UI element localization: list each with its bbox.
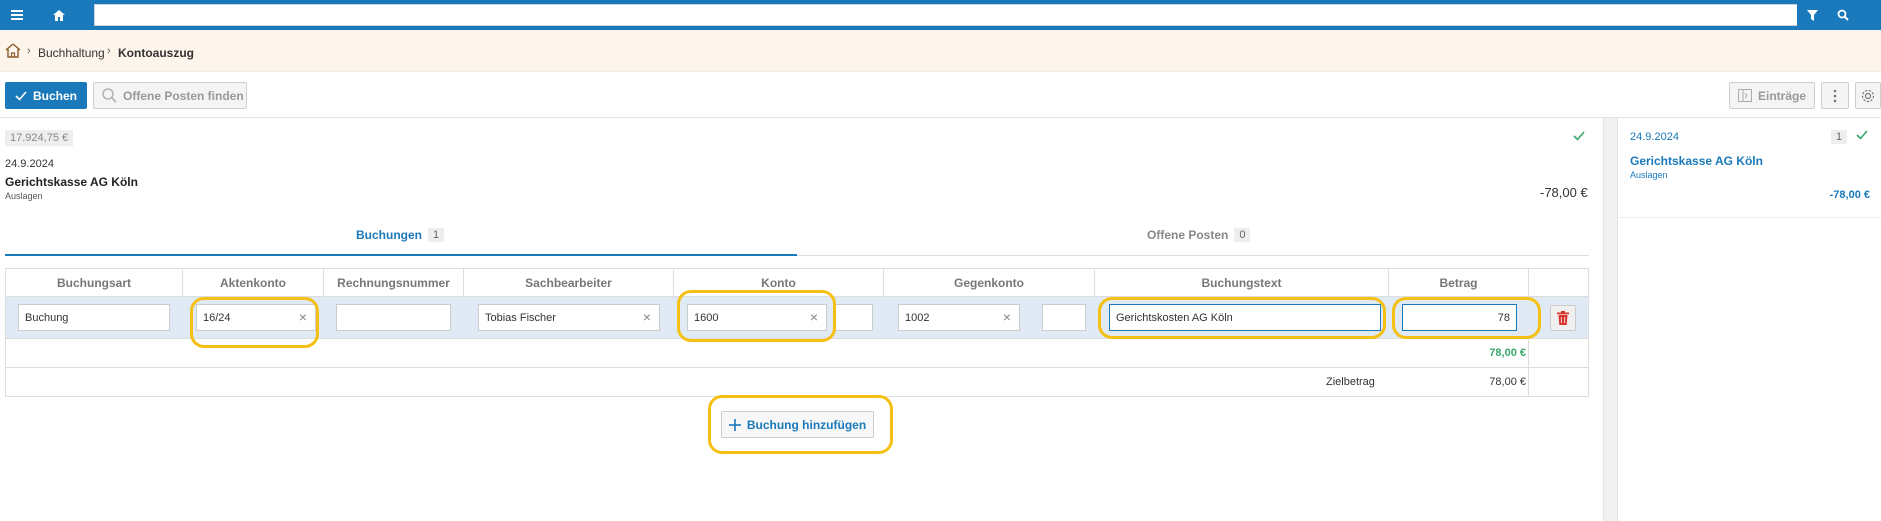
tab-count-badge: 0 <box>1234 228 1251 242</box>
panel-icon <box>1738 89 1752 102</box>
sum-value: 78,00 € <box>1489 347 1526 359</box>
statement-amount: -78,00 € <box>1540 185 1588 200</box>
chevron-right-icon: › <box>107 45 111 57</box>
counter-account-field[interactable]: 1002 × <box>898 304 1020 331</box>
home-icon[interactable] <box>5 43 21 61</box>
statement-date: 24.9.2024 <box>5 158 54 170</box>
tab-open-items[interactable]: Offene Posten 0 <box>1147 228 1251 242</box>
account-value: 1600 <box>694 311 719 324</box>
column-header: Buchungstext <box>1095 269 1389 296</box>
plus-icon <box>728 418 741 431</box>
target-value: 78,00 € <box>1489 376 1526 388</box>
tab-label: Buchungen <box>356 228 422 242</box>
global-search-input[interactable] <box>94 4 1799 26</box>
trash-icon <box>1557 311 1569 325</box>
filter-icon[interactable] <box>1797 4 1827 26</box>
breadcrumb-current: Kontoauszug <box>118 46 194 60</box>
clear-icon[interactable]: × <box>299 309 307 325</box>
clerk-value: Tobias Fischer <box>485 311 556 324</box>
tab-bookings[interactable]: Buchungen 1 <box>356 228 445 242</box>
book-button[interactable]: Buchen <box>5 82 87 109</box>
clear-icon[interactable]: × <box>643 309 651 325</box>
sum-row: 78,00 € <box>5 339 1589 368</box>
transaction-amount: -78,00 € <box>1829 189 1870 201</box>
search-icon[interactable] <box>1828 4 1858 26</box>
tab-indicator <box>5 254 797 256</box>
column-header: Sachbearbeiter <box>464 269 674 296</box>
booking-text-field[interactable]: Gerichtskosten AG Köln <box>1109 304 1381 331</box>
account-extra-field[interactable] <box>835 304 873 331</box>
transaction-subtitle: Auslagen <box>1630 170 1668 180</box>
toolbar: Buchen Offene Posten finden Einträge <box>0 72 1881 118</box>
statement-name: Gerichtskasse AG Köln <box>5 175 138 189</box>
table-header: Buchungsart Aktenkonto Rechnungsnummer S… <box>5 268 1589 297</box>
column-header: Aktenkonto <box>183 269 324 296</box>
breadcrumb-item[interactable]: Buchhaltung <box>38 46 105 60</box>
add-booking-button[interactable]: Buchung hinzufügen <box>721 411 874 438</box>
booking-type-field[interactable]: Buchung <box>18 304 170 331</box>
transaction-count-badge: 1 <box>1831 130 1848 144</box>
more-vertical-icon <box>1833 89 1837 102</box>
clerk-field[interactable]: Tobias Fischer × <box>478 304 660 331</box>
target-label: Zielbetrag <box>1326 376 1375 388</box>
top-bar <box>0 0 1881 30</box>
invoice-number-field[interactable] <box>336 304 451 331</box>
transactions-panel: 24.9.2024 1 Gerichtskasse AG Köln Auslag… <box>1617 118 1881 521</box>
column-header: Buchungsart <box>6 269 183 296</box>
transaction-date: 24.9.2024 <box>1630 131 1679 143</box>
counter-account-extra-field[interactable] <box>1042 304 1086 331</box>
transaction-name: Gerichtskasse AG Köln <box>1630 154 1763 168</box>
tab-label: Offene Posten <box>1147 228 1229 242</box>
clear-icon[interactable]: × <box>810 309 818 325</box>
table-row: Buchung 16/24 × Tobias Fischer × 1600 × … <box>5 297 1589 339</box>
transaction-card[interactable]: 24.9.2024 1 Gerichtskasse AG Köln Auslag… <box>1618 118 1881 218</box>
entries-label: Einträge <box>1758 88 1807 103</box>
chevron-right-icon: › <box>27 45 31 57</box>
file-account-field[interactable]: 16/24 × <box>196 304 316 331</box>
target-row: Zielbetrag 78,00 € <box>5 368 1589 397</box>
account-field[interactable]: 1600 × <box>687 304 827 331</box>
add-booking-label: Buchung hinzufügen <box>746 417 867 432</box>
menu-icon[interactable] <box>4 4 30 26</box>
tab-divider <box>797 255 1589 256</box>
settings-button[interactable] <box>1855 82 1881 109</box>
more-options-button[interactable] <box>1821 82 1849 109</box>
search-icon <box>102 88 117 103</box>
file-account-value: 16/24 <box>203 311 231 324</box>
gear-icon <box>1861 89 1875 102</box>
entries-button[interactable]: Einträge <box>1729 82 1815 109</box>
column-header: Rechnungsnummer <box>324 269 464 296</box>
find-open-items-button[interactable]: Offene Posten finden <box>93 82 247 109</box>
column-header: Gegenkonto <box>884 269 1095 296</box>
check-icon <box>1856 129 1868 143</box>
balance-badge: 17.924,75 € <box>5 130 74 146</box>
home-icon[interactable] <box>46 4 72 26</box>
amount-field[interactable]: 78 <box>1402 304 1517 331</box>
statement-subtitle: Auslagen <box>5 191 43 201</box>
clear-icon[interactable]: × <box>1003 309 1011 325</box>
delete-row-button[interactable] <box>1550 305 1576 331</box>
column-header: Betrag <box>1389 269 1529 296</box>
column-header: Konto <box>674 269 884 296</box>
find-open-items-label: Offene Posten finden <box>123 88 244 103</box>
scrollbar[interactable] <box>1603 118 1617 521</box>
check-icon <box>15 90 27 101</box>
book-button-label: Buchen <box>33 88 78 103</box>
breadcrumb: › Buchhaltung › Kontoauszug <box>0 30 1881 72</box>
counter-account-value: 1002 <box>905 311 930 324</box>
tab-count-badge: 1 <box>428 228 445 242</box>
check-icon <box>1573 130 1585 144</box>
